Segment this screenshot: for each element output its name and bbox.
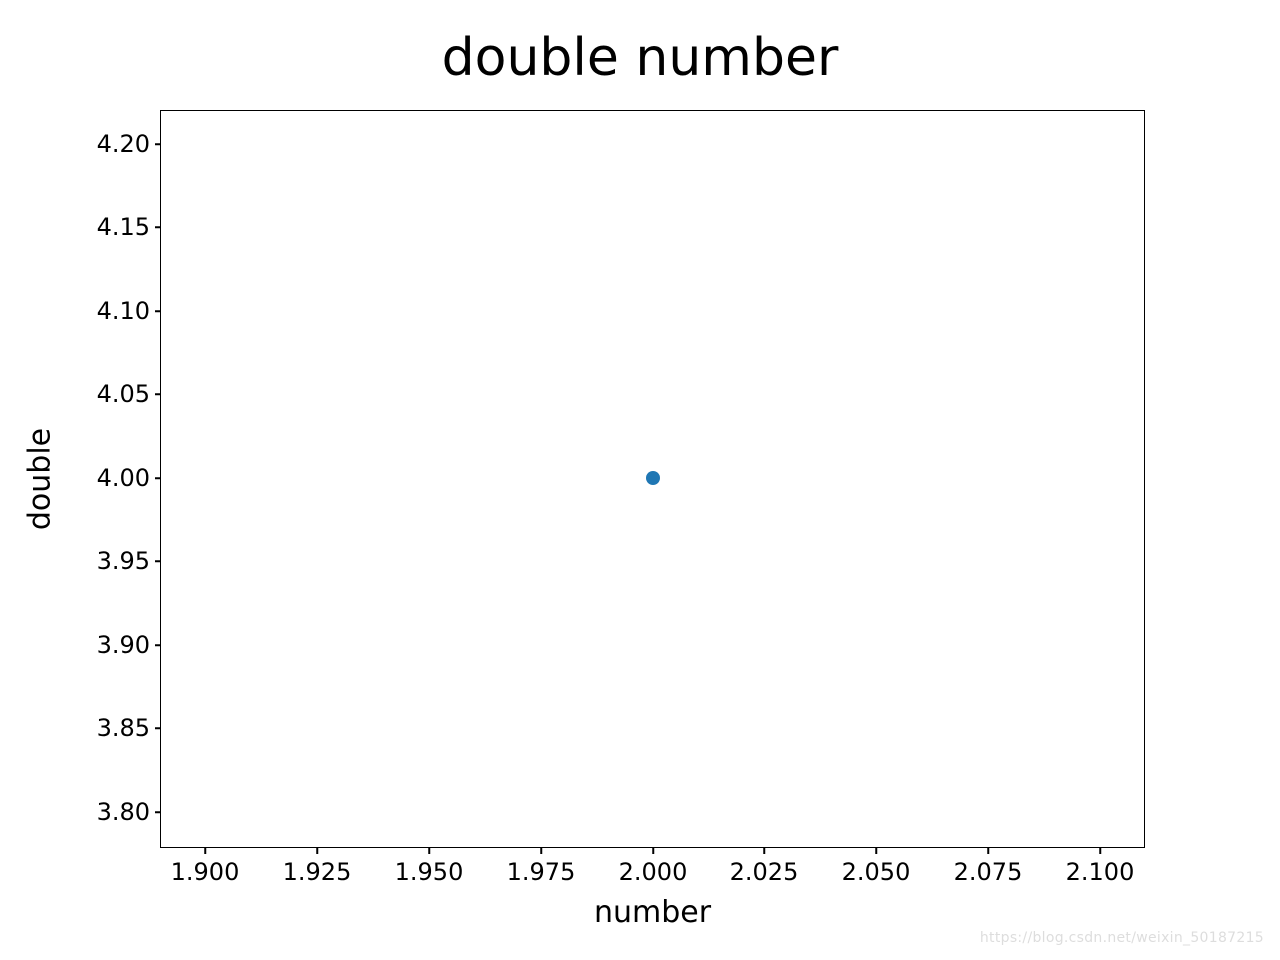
x-tick-mark (875, 848, 877, 854)
x-tick-label: 2.100 (1066, 858, 1135, 886)
y-axis-label: double (23, 428, 58, 530)
y-tick-label: 4.00 (97, 464, 150, 492)
x-tick-label: 2.050 (842, 858, 911, 886)
chart-title: double number (0, 28, 1280, 88)
x-axis-label: number (160, 895, 1145, 930)
x-tick-mark (763, 848, 765, 854)
y-tick-mark (155, 811, 161, 813)
y-tick-label: 4.20 (97, 130, 150, 158)
y-tick-mark (155, 644, 161, 646)
x-tick-mark (652, 848, 654, 854)
x-tick-label: 1.900 (171, 858, 240, 886)
x-tick-mark (987, 848, 989, 854)
y-tick-mark (155, 143, 161, 145)
y-tick-mark (155, 226, 161, 228)
y-tick-mark (155, 727, 161, 729)
watermark-text: https://blog.csdn.net/weixin_50187215 (980, 930, 1264, 946)
y-tick-label: 4.05 (97, 380, 150, 408)
chart-figure: double number 3.80 3.85 3.90 3.95 4.00 4… (0, 0, 1280, 960)
x-tick-mark (428, 848, 430, 854)
x-tick-label: 2.000 (619, 858, 688, 886)
x-tick-label: 1.975 (507, 858, 576, 886)
x-tick-label: 2.025 (730, 858, 799, 886)
y-tick-mark (155, 310, 161, 312)
x-tick-label: 1.950 (395, 858, 464, 886)
y-tick-label: 3.90 (97, 631, 150, 659)
y-tick-label: 3.80 (97, 798, 150, 826)
scatter-point (646, 471, 660, 485)
y-tick-label: 3.85 (97, 714, 150, 742)
x-tick-label: 2.075 (954, 858, 1023, 886)
x-tick-mark (204, 848, 206, 854)
y-tick-label: 4.10 (97, 297, 150, 325)
y-tick-mark (155, 393, 161, 395)
y-tick-mark (155, 560, 161, 562)
x-tick-label: 1.925 (283, 858, 352, 886)
y-tick-mark (155, 477, 161, 479)
y-tick-label: 4.15 (97, 213, 150, 241)
x-tick-mark (540, 848, 542, 854)
y-tick-label: 3.95 (97, 547, 150, 575)
x-tick-mark (1099, 848, 1101, 854)
x-tick-mark (316, 848, 318, 854)
